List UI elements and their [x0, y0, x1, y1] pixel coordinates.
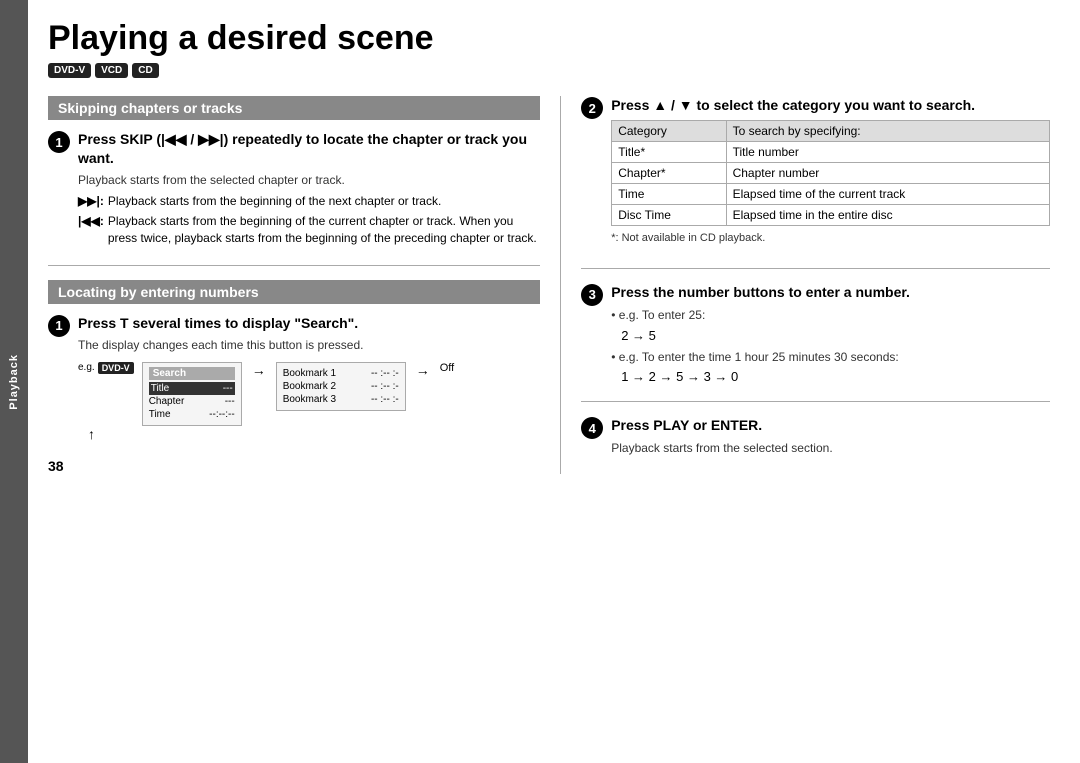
table-header-category: Category — [612, 120, 726, 141]
off-label: Off — [440, 362, 454, 374]
step-locate-desc: The display changes each time this butto… — [78, 337, 540, 354]
section-header-locating: Locating by entering numbers — [48, 280, 540, 304]
step-2-content: Press ▲ / ▼ to select the category you w… — [611, 96, 1050, 253]
badge-cd: CD — [132, 63, 158, 78]
mockup2-bm1-val: -- :-- :- — [371, 368, 399, 379]
search-table: Category To search by specifying: Title*… — [611, 120, 1050, 226]
mockup2-bm2-label: Bookmark 2 — [283, 381, 336, 392]
step-3-bullet-2-label: • e.g. To enter the time 1 hour 25 minut… — [611, 349, 1050, 366]
step-locate-title: Press T several times to display "Search… — [78, 314, 540, 332]
table-row: Disc Time Elapsed time in the entire dis… — [612, 204, 1050, 225]
step-locate-content: Press T several times to display "Search… — [78, 314, 540, 442]
mockup-row-chapter: Chapter --- — [149, 395, 235, 408]
step-2-num: 2 — [581, 97, 603, 119]
table-footnote: *: Not available in CD playback. — [611, 232, 1050, 244]
step-locate-num: 1 — [48, 315, 70, 337]
mockup-chapter-label: Chapter — [149, 396, 185, 407]
table-header-specifying: To search by specifying: — [726, 120, 1049, 141]
format-badges: DVD-V VCD CD — [48, 63, 1050, 78]
table-cell-time-label: Time — [612, 183, 726, 204]
mockup2-bm1-label: Bookmark 1 — [283, 368, 336, 379]
table-cell-time-val: Elapsed time of the current track — [726, 183, 1049, 204]
mockup-time-label: Time — [149, 409, 171, 420]
divider-3 — [581, 401, 1050, 402]
arrow-sym-2: → — [414, 362, 432, 378]
step-4-title: Press PLAY or ENTER. — [611, 416, 1050, 434]
step-3-title: Press the number buttons to enter a numb… — [611, 283, 1050, 301]
step-3-example-1: 2 → 5 — [621, 328, 1050, 343]
table-row: Time Elapsed time of the current track — [612, 183, 1050, 204]
right-column: 2 Press ▲ / ▼ to select the category you… — [560, 96, 1050, 474]
main-content: Playing a desired scene DVD-V VCD CD Ski… — [28, 0, 1080, 763]
mockup2-bm3-val: -- :-- :- — [371, 394, 399, 405]
mockup-chapter-val: --- — [225, 396, 235, 407]
sidebar: Playback — [0, 0, 28, 763]
left-column: Skipping chapters or tracks 1 Press SKIP… — [48, 96, 540, 474]
sidebar-label: Playback — [8, 354, 20, 410]
table-cell-chapter-val: Chapter number — [726, 162, 1049, 183]
badge-dvdv: DVD-V — [48, 63, 91, 78]
step-skip-content: Press SKIP (|◀◀ / ▶▶|) repeatedly to loc… — [78, 130, 540, 251]
step-3-num: 3 — [581, 284, 603, 306]
step-3-content: Press the number buttons to enter a numb… — [611, 283, 1050, 388]
eg-text: e.g. — [78, 362, 95, 373]
table-cell-title-val: Title number — [726, 141, 1049, 162]
step-3-block: 3 Press the number buttons to enter a nu… — [581, 283, 1050, 388]
mockup-title-val: --- — [223, 383, 233, 394]
page-number: 38 — [48, 458, 540, 474]
mockup2-row-3: Bookmark 3 -- :-- :- — [283, 393, 399, 406]
divider-1 — [48, 265, 540, 266]
mockup-screen1-header: Search — [149, 367, 235, 380]
mockup-time-val: --:--:-- — [209, 409, 235, 420]
step-2-block: 2 Press ▲ / ▼ to select the category you… — [581, 96, 1050, 253]
bullet-back-text: Playback starts from the beginning of th… — [108, 213, 540, 247]
table-cell-chapter-label: Chapter* — [612, 162, 726, 183]
table-cell-title-label: Title* — [612, 141, 726, 162]
step-skip-title: Press SKIP (|◀◀ / ▶▶|) repeatedly to loc… — [78, 130, 540, 166]
step-locate: 1 Press T several times to display "Sear… — [48, 314, 540, 442]
eg-label: e.g. DVD-V — [78, 362, 134, 374]
table-row: Title* Title number — [612, 141, 1050, 162]
mockup2-bm3-label: Bookmark 3 — [283, 394, 336, 405]
step-2-title: Press ▲ / ▼ to select the category you w… — [611, 96, 1050, 114]
step-skip-num: 1 — [48, 131, 70, 153]
mockup-screen1: Search Title --- Chapter --- Time — [142, 362, 242, 426]
page-title: Playing a desired scene — [48, 20, 1050, 57]
table-cell-disctime-label: Disc Time — [612, 204, 726, 225]
mockup-title-label: Title — [151, 383, 170, 394]
step-4-content: Press PLAY or ENTER. Playback starts fro… — [611, 416, 1050, 460]
step-3-bullet-1-label: • e.g. To enter 25: — [611, 307, 1050, 324]
mockup2-row-1: Bookmark 1 -- :-- :- — [283, 367, 399, 380]
table-row: Chapter* Chapter number — [612, 162, 1050, 183]
mockup-row-title: Title --- — [149, 382, 235, 395]
dvd-badge-small: DVD-V — [98, 362, 134, 374]
bullet-back-sym: |◀◀: — [78, 213, 104, 247]
mockup-screen2: Bookmark 1 -- :-- :- Bookmark 2 -- :-- :… — [276, 362, 406, 411]
mockup2-row-2: Bookmark 2 -- :-- :- — [283, 380, 399, 393]
section-header-skipping: Skipping chapters or tracks — [48, 96, 540, 120]
mockup2-bm2-val: -- :-- :- — [371, 381, 399, 392]
step-skip: 1 Press SKIP (|◀◀ / ▶▶|) repeatedly to l… — [48, 130, 540, 251]
badge-vcd: VCD — [95, 63, 128, 78]
table-cell-disctime-val: Elapsed time in the entire disc — [726, 204, 1049, 225]
bullet-dot-1: • — [611, 308, 619, 322]
bullet-forward-sym: ▶▶|: — [78, 193, 104, 210]
arrow-sym-1: → — [250, 362, 268, 378]
step-4-num: 4 — [581, 417, 603, 439]
mockup-row-time: Time --:--:-- — [149, 408, 235, 421]
bullet-back: |◀◀: Playback starts from the beginning … — [78, 213, 540, 247]
step-skip-desc: Playback starts from the selected chapte… — [78, 172, 540, 189]
step-4-desc: Playback starts from the selected sectio… — [611, 440, 1050, 457]
divider-2 — [581, 268, 1050, 269]
step-3-examples: • e.g. To enter 25: 2 → 5 • e.g. To ente… — [611, 307, 1050, 385]
columns-layout: Skipping chapters or tracks 1 Press SKIP… — [48, 96, 1050, 474]
step-3-example-2: 1 → 2 → 5 → 3 → 0 — [621, 369, 1050, 384]
bullet-dot-2: • — [611, 350, 619, 364]
step-4-block: 4 Press PLAY or ENTER. Playback starts f… — [581, 416, 1050, 460]
dvd-mockup-area: e.g. DVD-V Search Title --- Chapter — [78, 362, 540, 426]
bullet-forward: ▶▶|: Playback starts from the beginning … — [78, 193, 540, 210]
bullet-forward-text: Playback starts from the beginning of th… — [108, 193, 442, 210]
up-arrow: ↑ — [88, 426, 540, 442]
